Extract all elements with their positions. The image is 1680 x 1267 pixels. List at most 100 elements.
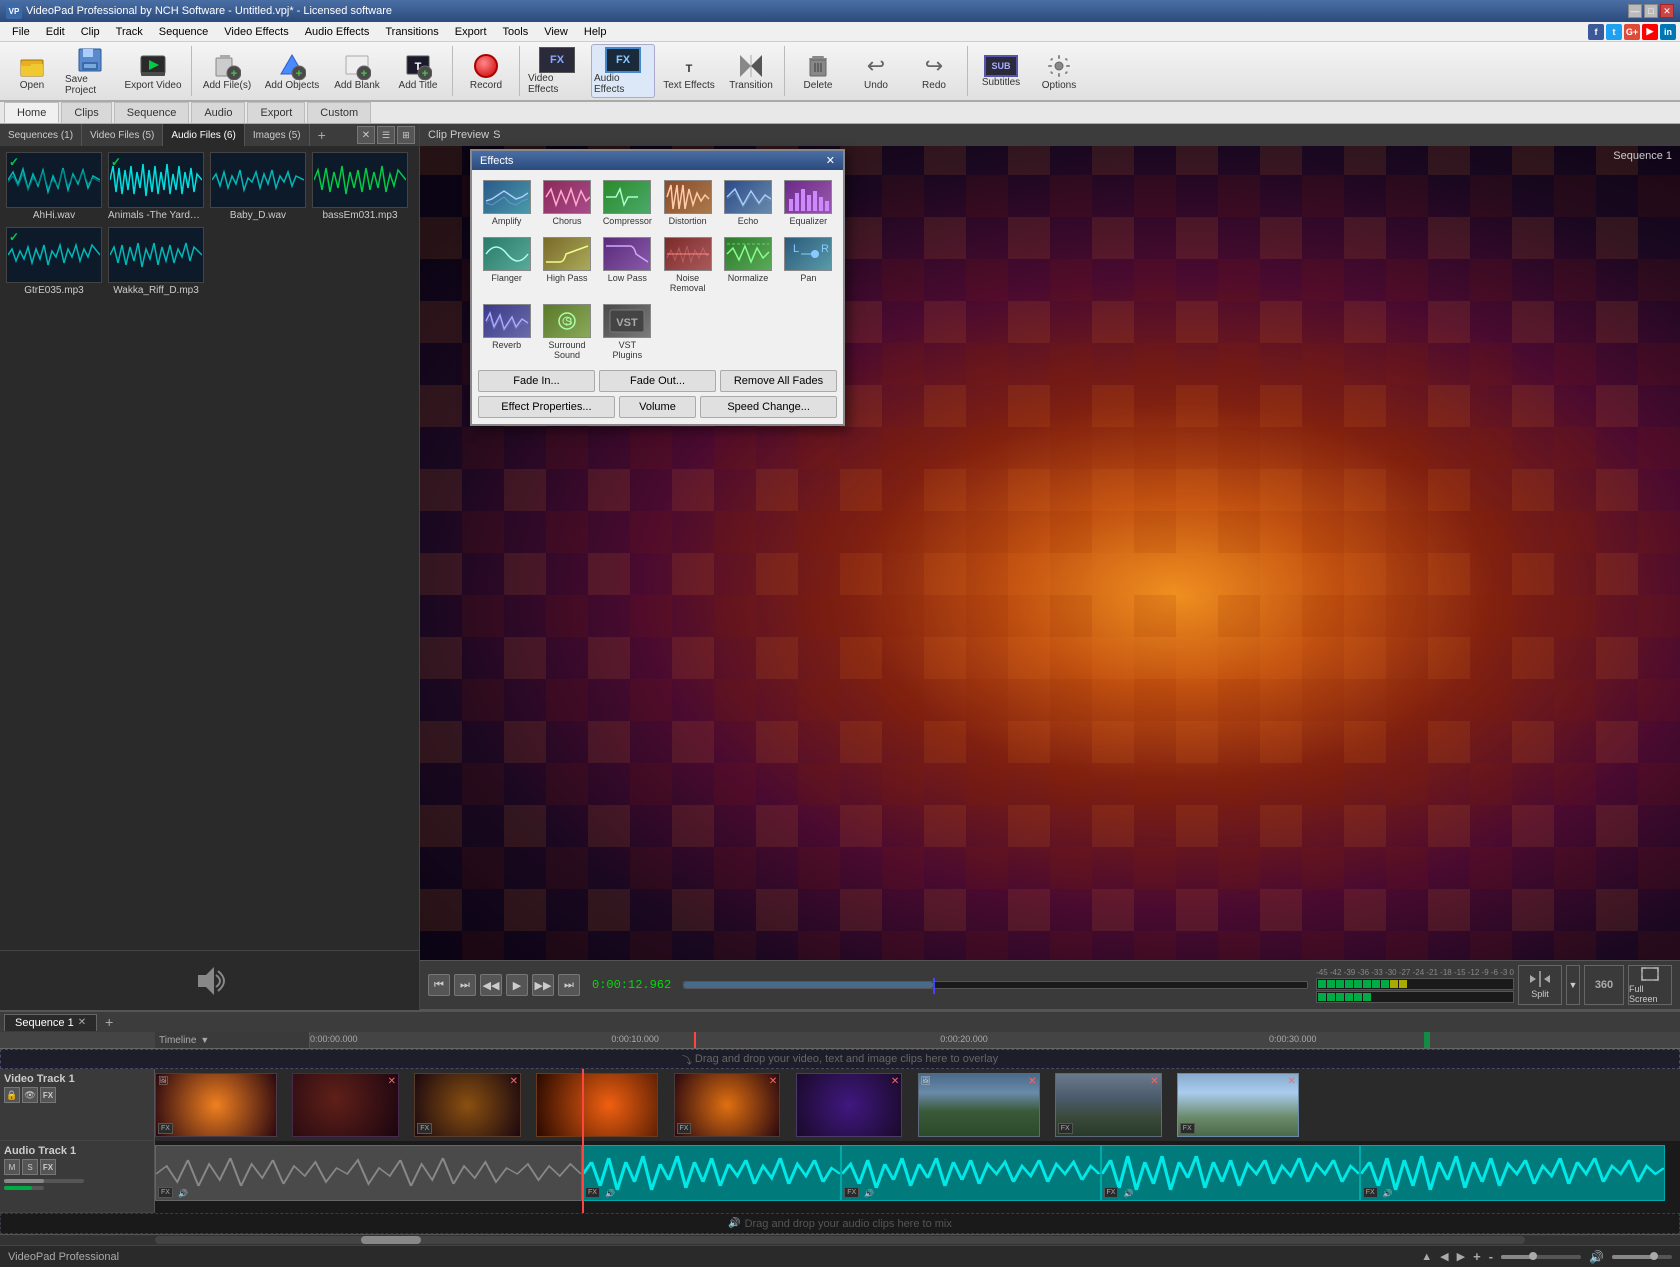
file-item-ahhiwav[interactable]: ✓ AhHi.wav <box>6 152 102 221</box>
sequences-tab[interactable]: Sequences (1) <box>0 124 82 146</box>
add-sequence-button[interactable]: + <box>101 1014 117 1030</box>
menu-transitions[interactable]: Transitions <box>377 24 446 40</box>
status-volume-slider[interactable] <box>1612 1255 1672 1259</box>
audio-fx-button[interactable]: FX <box>40 1159 56 1175</box>
redo-button[interactable]: ↪ Redo <box>906 44 962 98</box>
youtube-icon[interactable]: ▶ <box>1642 24 1658 40</box>
fast-forward-button[interactable]: ▶▶ <box>532 974 554 996</box>
effect-echo[interactable]: Echo <box>719 176 776 230</box>
fullscreen-button[interactable]: Full Screen <box>1628 965 1672 1005</box>
menu-export[interactable]: Export <box>447 24 495 40</box>
minimize-button[interactable]: — <box>1628 4 1642 18</box>
googleplus-icon[interactable]: G+ <box>1624 24 1640 40</box>
tab-sequence[interactable]: Sequence <box>114 102 190 123</box>
transition-button[interactable]: Transition <box>723 44 779 98</box>
clip-7-del[interactable]: ✕ <box>1028 1076 1036 1087</box>
close-button[interactable]: ✕ <box>1660 4 1674 18</box>
effect-distortion[interactable]: Distortion <box>659 176 716 230</box>
add-files-button[interactable]: + Add File(s) <box>197 44 257 98</box>
timeline-dropdown[interactable]: ▼ <box>200 1035 209 1045</box>
audio-clip-teal-4[interactable]: FX 🔊 <box>1360 1145 1665 1201</box>
menu-edit[interactable]: Edit <box>38 24 73 40</box>
delete-button[interactable]: Delete <box>790 44 846 98</box>
undo-button[interactable]: ↩ Undo <box>848 44 904 98</box>
maximize-button[interactable]: □ <box>1644 4 1658 18</box>
menu-view[interactable]: View <box>536 24 576 40</box>
status-volume-icon[interactable]: 🔊 <box>1589 1250 1604 1264</box>
tab-clips[interactable]: Clips <box>61 102 111 123</box>
effect-amplify[interactable]: Amplify <box>478 176 535 230</box>
grid-view-button[interactable]: ⊞ <box>397 126 415 144</box>
effects-close-button[interactable]: ✕ <box>826 154 835 167</box>
fade-in-button[interactable]: Fade In... <box>478 370 595 392</box>
volume-button[interactable]: Volume <box>619 396 696 418</box>
clip-6-del[interactable]: ✕ <box>891 1076 899 1087</box>
menu-video-effects[interactable]: Video Effects <box>216 24 296 40</box>
video-files-tab[interactable]: Video Files (5) <box>82 124 163 146</box>
tab-home[interactable]: Home <box>4 102 59 123</box>
effect-reverb[interactable]: Reverb <box>478 300 535 364</box>
video-effects-button[interactable]: FX Video Effects <box>525 44 589 98</box>
images-tab[interactable]: Images (5) <box>245 124 310 146</box>
video-clip-1[interactable]: 🖼 FX <box>155 1073 277 1137</box>
effect-surroundsound[interactable]: S Surround Sound <box>538 300 595 364</box>
effect-noiseremoval[interactable]: Noise Removal <box>659 233 716 297</box>
tab-custom[interactable]: Custom <box>307 102 371 123</box>
audio-volume-slider[interactable] <box>4 1179 84 1183</box>
tab-audio[interactable]: Audio <box>191 102 245 123</box>
clip-2-del[interactable]: ✕ <box>388 1076 396 1087</box>
menu-track[interactable]: Track <box>108 24 151 40</box>
effect-vstplugins[interactable]: VST VST Plugins <box>599 300 656 364</box>
tab-export[interactable]: Export <box>247 102 305 123</box>
record-button[interactable]: Record <box>458 44 514 98</box>
video-clip-3[interactable]: ✕ FX <box>414 1073 521 1137</box>
clip-9-del[interactable]: ✕ <box>1287 1076 1295 1087</box>
effect-flanger[interactable]: Flanger <box>478 233 535 297</box>
effect-lowpass[interactable]: Low Pass <box>599 233 656 297</box>
play-button[interactable]: ▶ <box>506 974 528 996</box>
open-button[interactable]: Open <box>4 44 60 98</box>
status-zoom-out[interactable]: - <box>1489 1249 1493 1264</box>
menu-sequence[interactable]: Sequence <box>151 24 217 40</box>
facebook-icon[interactable]: f <box>1588 24 1604 40</box>
menu-tools[interactable]: Tools <box>495 24 537 40</box>
effect-chorus[interactable]: Chorus <box>538 176 595 230</box>
file-item-gtre035[interactable]: ✓ GtrE035.mp3 <box>6 227 102 296</box>
file-item-bassem031[interactable]: bassEm031.mp3 <box>312 152 408 221</box>
clip-8-del[interactable]: ✕ <box>1150 1076 1158 1087</box>
track-fx-button[interactable]: FX <box>40 1087 56 1103</box>
effect-highpass[interactable]: High Pass <box>538 233 595 297</box>
prev-frame-button[interactable]: ⏭ <box>454 974 476 996</box>
audio-effects-button[interactable]: FX Audio Effects <box>591 44 655 98</box>
linkedin-icon[interactable]: in <box>1660 24 1676 40</box>
clip-5-del[interactable]: ✕ <box>769 1076 777 1087</box>
video-clip-4[interactable] <box>536 1073 658 1137</box>
effect-pan[interactable]: L R Pan <box>780 233 837 297</box>
effect-equalizer[interactable]: Equalizer <box>780 176 837 230</box>
h-scroll-track[interactable] <box>155 1236 1525 1244</box>
audio-clip-teal-2[interactable]: FX 🔊 <box>841 1145 1100 1201</box>
split-button[interactable]: Split <box>1518 965 1562 1005</box>
video-clip-9[interactable]: ✕ FX <box>1177 1073 1299 1137</box>
audio-mute-button[interactable]: M <box>4 1159 20 1175</box>
rewind-button[interactable]: ◀◀ <box>480 974 502 996</box>
file-item-animals[interactable]: ✓ Animals -The Yardbarkers.mp3 <box>108 152 204 221</box>
track-lock-button[interactable]: 🔒 <box>4 1087 20 1103</box>
video-clip-6[interactable]: ✕ <box>796 1073 903 1137</box>
sequence-tab-close[interactable]: ✕ <box>78 1017 86 1028</box>
video-clip-2[interactable]: ✕ <box>292 1073 399 1137</box>
360-button[interactable]: 360 <box>1584 965 1624 1005</box>
effect-properties-button[interactable]: Effect Properties... <box>478 396 615 418</box>
add-objects-button[interactable]: + Add Objects <box>259 44 325 98</box>
audio-files-tab[interactable]: Audio Files (6) <box>163 124 244 146</box>
status-scroll-left[interactable]: ◀ <box>1440 1250 1448 1263</box>
status-zoom-in[interactable]: + <box>1473 1249 1481 1264</box>
sequence-tab-1[interactable]: Sequence 1 ✕ <box>4 1014 97 1031</box>
export-video-button[interactable]: Export Video <box>120 44 186 98</box>
status-zoom-slider[interactable] <box>1501 1255 1581 1259</box>
options-button[interactable]: Options <box>1031 44 1087 98</box>
add-media-tab[interactable]: + <box>310 124 334 146</box>
clip-3-del[interactable]: ✕ <box>510 1076 518 1087</box>
subtitles-button[interactable]: SUB Subtitles <box>973 44 1029 98</box>
menu-help[interactable]: Help <box>576 24 615 40</box>
